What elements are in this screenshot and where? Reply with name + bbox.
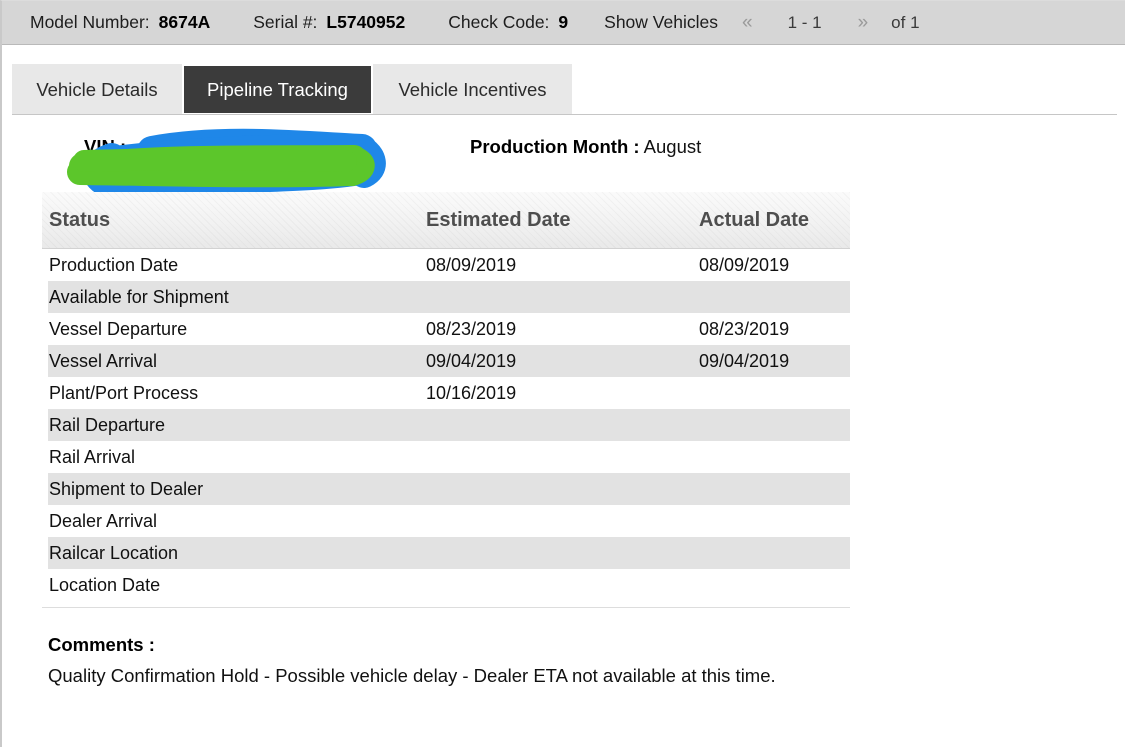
tab-pipeline-tracking[interactable]: Pipeline Tracking (182, 64, 373, 115)
production-month-label: Production Month : (470, 136, 640, 157)
serial-number-value: L5740952 (326, 12, 406, 32)
tab-vehicle-incentives[interactable]: Vehicle Incentives (373, 64, 572, 115)
cell-actual-date: 08/09/2019 (699, 254, 790, 275)
production-month-value: August (643, 136, 702, 157)
table-body: Production Date 08/09/2019 08/09/2019 Avail… (42, 249, 850, 601)
table-bottom-divider (42, 607, 850, 608)
table-row: Shipment to Dealer (42, 473, 850, 505)
cell-status: Production Date (49, 254, 179, 275)
next-page-icon[interactable]: » (858, 12, 869, 34)
model-number-field: Model Number: 8674A (30, 12, 210, 33)
previous-page-icon[interactable]: « (742, 12, 753, 34)
comments-label: Comments : (48, 634, 155, 655)
check-code-field: Check Code: 9 (448, 12, 568, 33)
cell-status: Location Date (49, 574, 161, 595)
cell-status: Dealer Arrival (49, 510, 158, 531)
serial-number-field: Serial #: L5740952 (253, 12, 405, 33)
column-header-estimated-date: Estimated Date (426, 208, 571, 231)
table-row: Railcar Location (42, 537, 850, 569)
cell-status: Vessel Departure (49, 318, 188, 339)
vehicle-identity-row: VIN : Production Month : August (2, 136, 1125, 182)
table-row: Available for Shipment (42, 281, 850, 313)
row-background (48, 441, 850, 473)
tab-pipeline-tracking-label: Pipeline Tracking (207, 78, 348, 100)
model-number-label: Model Number: (30, 12, 150, 32)
cell-estimated-date: 09/04/2019 (426, 350, 517, 371)
table-row: Vessel Arrival 09/04/2019 09/04/2019 (42, 345, 850, 377)
cell-status: Available for Shipment (49, 286, 229, 307)
cell-status: Plant/Port Process (49, 382, 199, 403)
table-row: Production Date 08/09/2019 08/09/2019 (42, 249, 850, 281)
table-row: Dealer Arrival (42, 505, 850, 537)
cell-estimated-date: 08/23/2019 (426, 318, 517, 339)
pipeline-tracking-panel: VIN : Production Month : August Status E… (2, 116, 1125, 747)
table-row: Location Date (42, 569, 850, 601)
serial-number-label: Serial #: (253, 12, 318, 32)
column-header-actual-date: Actual Date (699, 208, 810, 231)
vin-label: VIN : (84, 136, 127, 157)
vehicle-info-bar: Model Number: 8674A Serial #: L5740952 C… (2, 1, 1125, 45)
check-code-label: Check Code: (448, 12, 550, 32)
cell-actual-date: 09/04/2019 (699, 350, 790, 371)
table-row: Rail Arrival (42, 441, 850, 473)
cell-status: Railcar Location (49, 542, 179, 563)
column-header-status: Status (49, 208, 111, 231)
table-row: Rail Departure (42, 409, 850, 441)
show-vehicles-button[interactable]: Show Vehicles (604, 12, 718, 33)
vin-field: VIN : (84, 136, 126, 158)
cell-status: Vessel Arrival (49, 350, 158, 371)
row-background (48, 569, 850, 601)
comments-section: Comments : Quality Confirmation Hold - P… (48, 634, 948, 687)
tab-bar-divider (12, 114, 1117, 115)
cell-status: Shipment to Dealer (49, 478, 204, 499)
tab-vehicle-details-label: Vehicle Details (36, 78, 158, 100)
cell-status: Rail Arrival (49, 446, 136, 467)
table-header-row: Status Estimated Date Actual Date (42, 192, 850, 249)
comments-text: Quality Confirmation Hold - Possible veh… (48, 665, 776, 686)
production-month-field: Production Month : August (470, 136, 701, 158)
cell-estimated-date: 10/16/2019 (426, 382, 517, 403)
table-row: Vessel Departure 08/23/2019 08/23/2019 (42, 313, 850, 345)
model-number-value: 8674A (158, 12, 211, 32)
row-background (48, 505, 850, 537)
pipeline-tracking-table: Status Estimated Date Actual Date Produc… (42, 192, 850, 608)
cell-actual-date: 08/23/2019 (699, 318, 790, 339)
tab-bar: Vehicle Details Pipeline Tracking Vehicl… (2, 46, 1125, 116)
table-row: Plant/Port Process 10/16/2019 (42, 377, 850, 409)
cell-status: Rail Departure (49, 414, 166, 435)
tab-vehicle-incentives-label: Vehicle Incentives (398, 78, 547, 100)
pagination-total: of 1 (891, 12, 920, 32)
check-code-value: 9 (558, 12, 569, 32)
cell-estimated-date: 08/09/2019 (426, 254, 517, 275)
tab-vehicle-details[interactable]: Vehicle Details (12, 64, 182, 115)
pagination-range: 1 - 1 (787, 12, 822, 32)
application-window: Model Number: 8674A Serial #: L5740952 C… (0, 0, 1125, 747)
row-background (48, 409, 850, 441)
